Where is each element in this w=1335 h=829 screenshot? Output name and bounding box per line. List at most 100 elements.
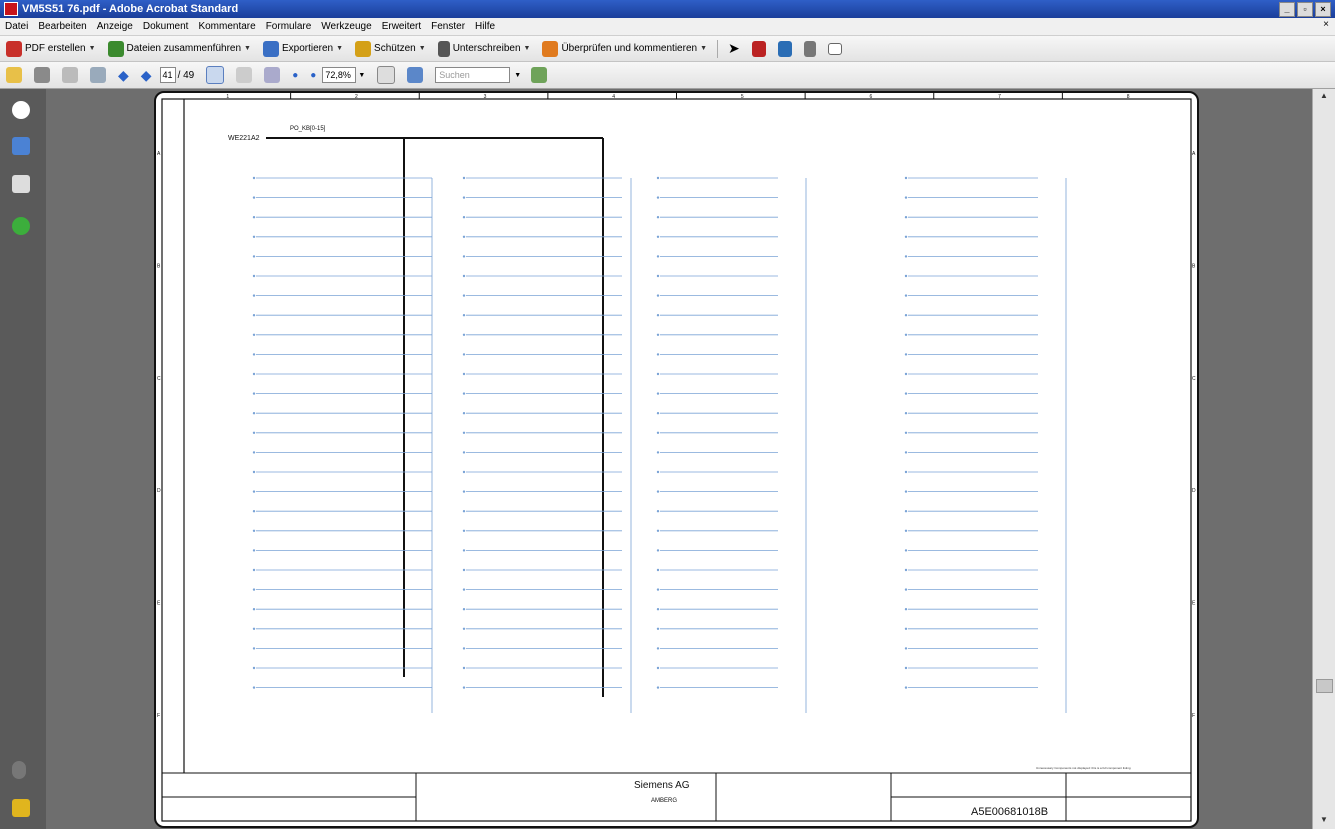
next-page-button[interactable]: ◆ <box>135 64 158 86</box>
magnifier-icon <box>264 67 281 83</box>
export-button[interactable]: Exportieren ▼ <box>257 38 349 60</box>
wire-terminal <box>656 686 660 689</box>
grid-letter: E <box>1192 601 1196 607</box>
menu-dokument[interactable]: Dokument <box>138 21 194 32</box>
menu-anzeige[interactable]: Anzeige <box>92 21 138 32</box>
wire-terminal <box>904 686 908 689</box>
wire-terminal <box>904 392 908 395</box>
wire-terminal <box>462 392 466 395</box>
search-go-button[interactable] <box>525 64 553 86</box>
printer-icon <box>34 67 50 83</box>
minimize-button[interactable]: _ <box>1279 2 1295 17</box>
combine-files-button[interactable]: Dateien zusammenführen ▼ <box>102 38 257 60</box>
window-button[interactable] <box>84 64 112 86</box>
previous-page-button[interactable]: ◆ <box>112 64 135 86</box>
menu-werkzeuge[interactable]: Werkzeuge <box>316 21 376 32</box>
zoom-out-button[interactable]: ● <box>286 64 304 86</box>
print-button[interactable] <box>28 64 56 86</box>
wire-terminal <box>904 196 908 199</box>
grid-number: 5 <box>741 94 744 100</box>
wire-terminal <box>904 549 908 552</box>
restore-button[interactable]: ▫ <box>1297 2 1313 17</box>
create-pdf-button[interactable]: PDF erstellen ▼ <box>0 38 102 60</box>
pages-icon[interactable] <box>12 137 30 155</box>
chevron-down-icon: ▼ <box>88 45 96 52</box>
review-comment-button[interactable]: Überprüfen und kommentieren ▼ <box>536 38 713 60</box>
page-number-input[interactable]: 41 <box>159 67 176 83</box>
lock-icon <box>355 40 372 57</box>
zoom-in-button[interactable]: ● <box>304 64 322 86</box>
menu-fenster[interactable]: Fenster <box>426 21 470 32</box>
sign-button[interactable]: Unterschreiben ▼ <box>432 38 537 60</box>
zoom-tool-button[interactable] <box>258 64 286 86</box>
hand-icon <box>236 67 253 83</box>
document-close-icon[interactable]: × <box>1323 19 1329 30</box>
attachment-icon[interactable] <box>12 761 26 779</box>
fit-width-button[interactable] <box>401 64 429 86</box>
vertical-scrollbar[interactable]: ▲ ▼ <box>1312 89 1335 829</box>
scroll-up-icon[interactable]: ▲ <box>1317 91 1331 103</box>
menu-datei[interactable]: Datei <box>0 21 33 32</box>
pen-icon <box>437 40 450 57</box>
wire-terminal <box>904 568 908 572</box>
bottom-note: Unnecessary Components not displayed: th… <box>1036 766 1131 770</box>
wire-terminal <box>462 294 466 297</box>
folder-icon <box>6 67 22 83</box>
zoom-level-input[interactable]: 72,8% <box>322 67 357 83</box>
arrow-down-icon: ◆ <box>140 66 152 83</box>
wire-terminal <box>904 529 908 532</box>
wire-terminal <box>904 608 908 611</box>
wire-terminal <box>252 353 256 356</box>
menu-kommentare[interactable]: Kommentare <box>193 21 260 32</box>
add-icon[interactable] <box>12 217 30 235</box>
grid-number: 7 <box>998 94 1001 100</box>
wire-terminal <box>656 255 660 258</box>
wire-terminal <box>252 392 256 395</box>
layers-icon[interactable] <box>12 799 30 817</box>
wire-terminal <box>904 431 908 434</box>
zoom-in-icon: ● <box>310 69 317 81</box>
tools-button[interactable] <box>772 38 798 60</box>
chevron-down-icon[interactable]: ▼ <box>358 72 365 79</box>
wire-terminal <box>252 216 256 219</box>
comments-icon[interactable] <box>12 101 30 119</box>
chevron-down-icon[interactable]: ▼ <box>514 72 521 79</box>
hand-tool-button[interactable] <box>798 38 822 60</box>
snapshot-button[interactable] <box>822 38 848 60</box>
email-button[interactable] <box>56 64 84 86</box>
fit-page-button[interactable] <box>371 64 401 86</box>
menu-bearbeiten[interactable]: Bearbeiten <box>33 21 91 32</box>
scroll-thumb[interactable] <box>1316 679 1333 693</box>
grid-number: 6 <box>869 94 872 100</box>
select-tool-button[interactable]: ➤ <box>722 38 746 60</box>
review-label: Überprüfen und kommentieren <box>561 43 698 54</box>
wire-terminal <box>656 176 660 180</box>
text-touchup-button[interactable] <box>746 38 772 60</box>
wire-terminal <box>904 666 908 670</box>
protect-button[interactable]: Schützen ▼ <box>349 38 432 60</box>
toolbar-separator <box>717 39 719 58</box>
wire-terminal <box>462 333 466 336</box>
wire-terminal <box>462 666 466 670</box>
wire-terminal <box>462 372 466 376</box>
wire-terminal <box>656 294 660 297</box>
cursor-icon: ➤ <box>728 40 740 56</box>
wire-terminal <box>656 529 660 532</box>
hand-tool-button-2[interactable] <box>230 64 258 86</box>
scroll-down-icon[interactable]: ▼ <box>1317 815 1331 827</box>
select-tool-button-2[interactable] <box>200 64 230 86</box>
open-button[interactable] <box>0 64 28 86</box>
wire-terminal <box>252 686 256 689</box>
wire-terminal <box>656 608 660 611</box>
search-input[interactable]: Suchen <box>435 67 511 83</box>
export-label: Exportieren <box>281 43 334 54</box>
grid-number: 1 <box>226 94 229 100</box>
menu-hilfe[interactable]: Hilfe <box>470 21 500 32</box>
wire-terminal <box>462 431 466 434</box>
close-button[interactable]: × <box>1315 2 1331 17</box>
menu-formulare[interactable]: Formulare <box>261 21 317 32</box>
menu-erweitert[interactable]: Erweitert <box>377 21 426 32</box>
text-touchup-icon <box>751 40 766 57</box>
review-icon <box>542 40 559 57</box>
signatures-icon[interactable] <box>12 175 30 193</box>
